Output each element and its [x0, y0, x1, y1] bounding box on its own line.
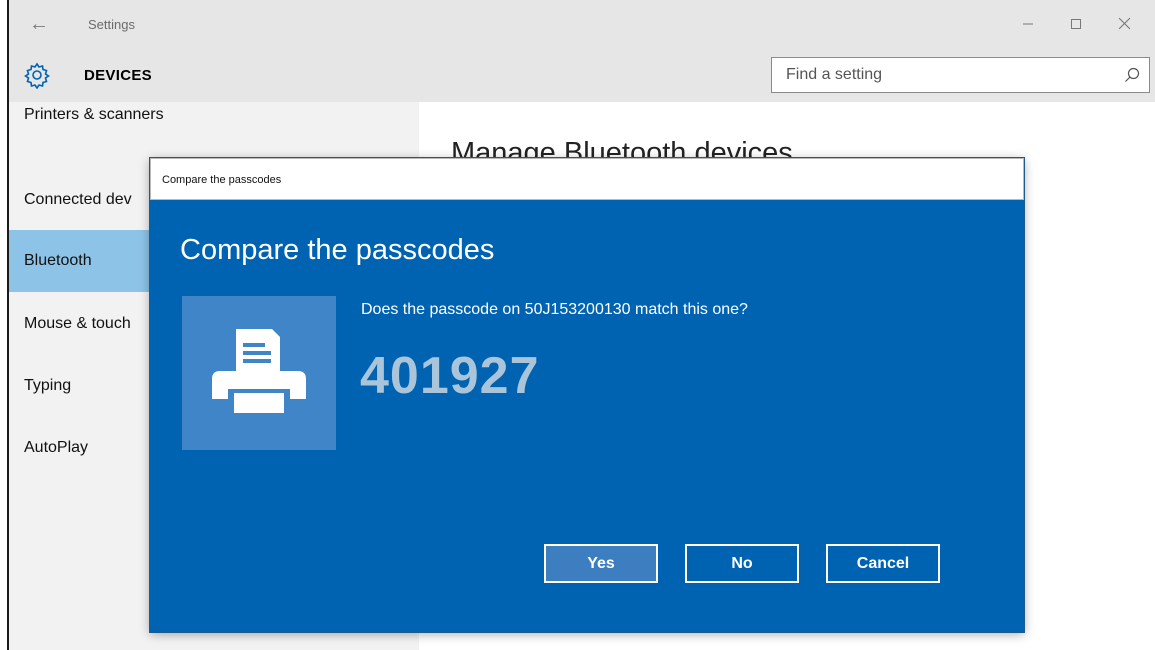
close-icon: [1118, 17, 1130, 30]
section-title: DEVICES: [84, 67, 152, 84]
sidebar-item-label: Typing: [24, 377, 72, 394]
dialog-heading: Compare the passcodes: [180, 234, 495, 266]
cancel-button[interactable]: Cancel: [826, 544, 940, 583]
passcode-question: Does the passcode on 50J153200130 match …: [361, 301, 748, 318]
dialog-window-title: Compare the passcodes: [162, 174, 282, 186]
gear-icon: [24, 62, 50, 89]
compare-passcodes-dialog: Compare the passcodes Compare the passco…: [150, 158, 1024, 632]
dialog-title-bar[interactable]: Compare the passcodes: [150, 158, 1024, 200]
sidebar-item-label: AutoPlay: [24, 439, 89, 456]
maximize-button[interactable]: [1061, 10, 1091, 38]
device-tile: [182, 296, 336, 450]
passcode-value: 401927: [360, 347, 540, 405]
title-bar: ← Settings: [9, 0, 1155, 50]
minimize-button[interactable]: [1013, 10, 1043, 38]
minimize-icon: [1023, 23, 1033, 25]
search-icon[interactable]: [1123, 66, 1141, 84]
back-arrow-icon[interactable]: ←: [29, 12, 49, 36]
search-input[interactable]: [772, 58, 1102, 92]
yes-button[interactable]: Yes: [544, 544, 658, 583]
settings-header: DEVICES: [9, 50, 1155, 102]
sidebar-item-label: Printers & scanners: [24, 106, 164, 123]
sidebar-item-label: Bluetooth: [24, 252, 92, 269]
close-button[interactable]: [1109, 10, 1139, 38]
sidebar-item-label: Mouse & touch: [24, 315, 131, 332]
printer-icon: [212, 329, 306, 413]
window-title: Settings: [88, 17, 135, 32]
sidebar-item-label: Connected dev: [24, 191, 132, 208]
maximize-icon: [1071, 19, 1081, 29]
no-button[interactable]: No: [685, 544, 799, 583]
search-box[interactable]: [771, 57, 1150, 93]
